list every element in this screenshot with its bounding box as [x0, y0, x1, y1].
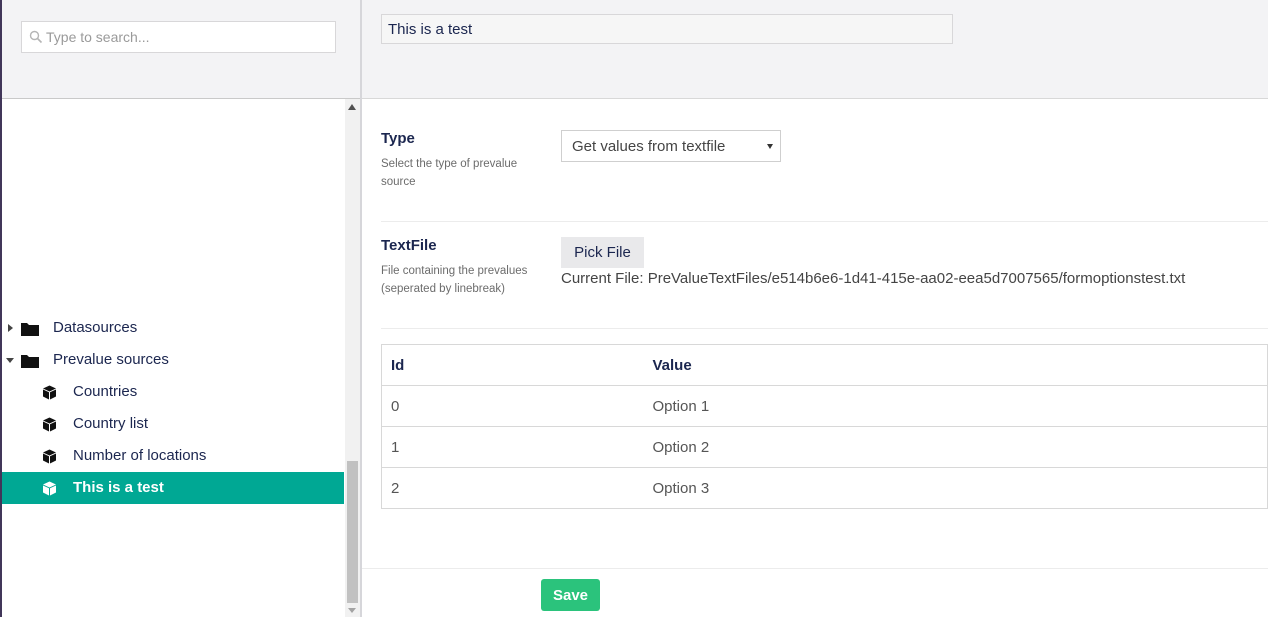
scrollbar-thumb[interactable] [347, 461, 358, 603]
textfile-description: File containing the prevalues (seperated… [381, 265, 528, 295]
cell-id: 1 [381, 426, 644, 468]
divider [381, 221, 1268, 222]
search-input[interactable] [46, 22, 331, 52]
table-header-row: Id Value [381, 344, 1268, 386]
tree-scrollbar[interactable] [345, 99, 360, 617]
save-button[interactable]: Save [541, 579, 600, 611]
box-icon [43, 449, 56, 464]
tree-item-label: Datasources [53, 319, 138, 336]
box-icon [43, 385, 56, 400]
search-box[interactable] [21, 21, 336, 53]
type-select[interactable]: Get values from textfile [561, 130, 781, 162]
cell-value: Option 3 [643, 467, 1268, 509]
current-file-text: Current File: PreValueTextFiles/e514b6e6… [561, 270, 1186, 287]
cell-id: 2 [381, 467, 644, 509]
box-icon [43, 481, 56, 496]
folder-icon [21, 355, 39, 368]
tree-item-label: Country list [73, 415, 149, 432]
column-header-id: Id [381, 344, 644, 386]
column-header-value: Value [643, 344, 1268, 386]
type-description: Select the type of prevalue source [381, 158, 518, 188]
folder-icon [21, 323, 39, 336]
search-icon [29, 30, 43, 44]
chevron-down-icon [767, 144, 773, 149]
type-label: Type [381, 130, 415, 147]
tree-item-label: Number of locations [73, 447, 207, 464]
name-input[interactable] [381, 14, 953, 44]
tree-item-label: Prevalue sources [53, 351, 169, 368]
box-icon [43, 417, 56, 432]
tree-item-number-of-locations[interactable]: Number of locations [2, 440, 344, 472]
tree-item-this-is-a-test[interactable]: This is a test [2, 472, 344, 504]
editor-panel: Type Select the type of prevalue source … [362, 0, 1268, 617]
prevalues-table: Id Value 0 Option 1 1 Option 2 2 Option … [381, 344, 1268, 509]
table-row: 1 Option 2 [381, 426, 1268, 468]
caret-right-icon[interactable] [8, 324, 13, 332]
tree: Datasources Prevalue sources Countries C… [2, 99, 345, 617]
scroll-up-arrow[interactable] [348, 104, 356, 110]
table-row: 0 Option 1 [381, 385, 1268, 427]
tree-item-datasources[interactable]: Datasources [2, 312, 344, 344]
cell-value: Option 1 [643, 385, 1268, 427]
tree-item-label: Countries [73, 383, 138, 400]
tree-item-label: This is a test [73, 479, 164, 496]
editor-header [362, 0, 1268, 99]
type-select-value: Get values from textfile [572, 138, 726, 155]
caret-down-icon[interactable] [6, 358, 14, 363]
divider [381, 328, 1268, 329]
pick-file-button[interactable]: Pick File [561, 237, 644, 268]
cell-id: 0 [381, 385, 644, 427]
scroll-down-arrow[interactable] [348, 608, 356, 613]
tree-item-country-list[interactable]: Country list [2, 408, 344, 440]
cell-value: Option 2 [643, 426, 1268, 468]
search-area [2, 0, 360, 99]
tree-item-prevalue-sources[interactable]: Prevalue sources [2, 344, 344, 376]
textfile-label: TextFile [381, 237, 437, 254]
sidebar: Datasources Prevalue sources Countries C… [2, 0, 360, 617]
table-row: 2 Option 3 [381, 467, 1268, 509]
footer-divider [362, 568, 1268, 569]
tree-item-countries[interactable]: Countries [2, 376, 344, 408]
